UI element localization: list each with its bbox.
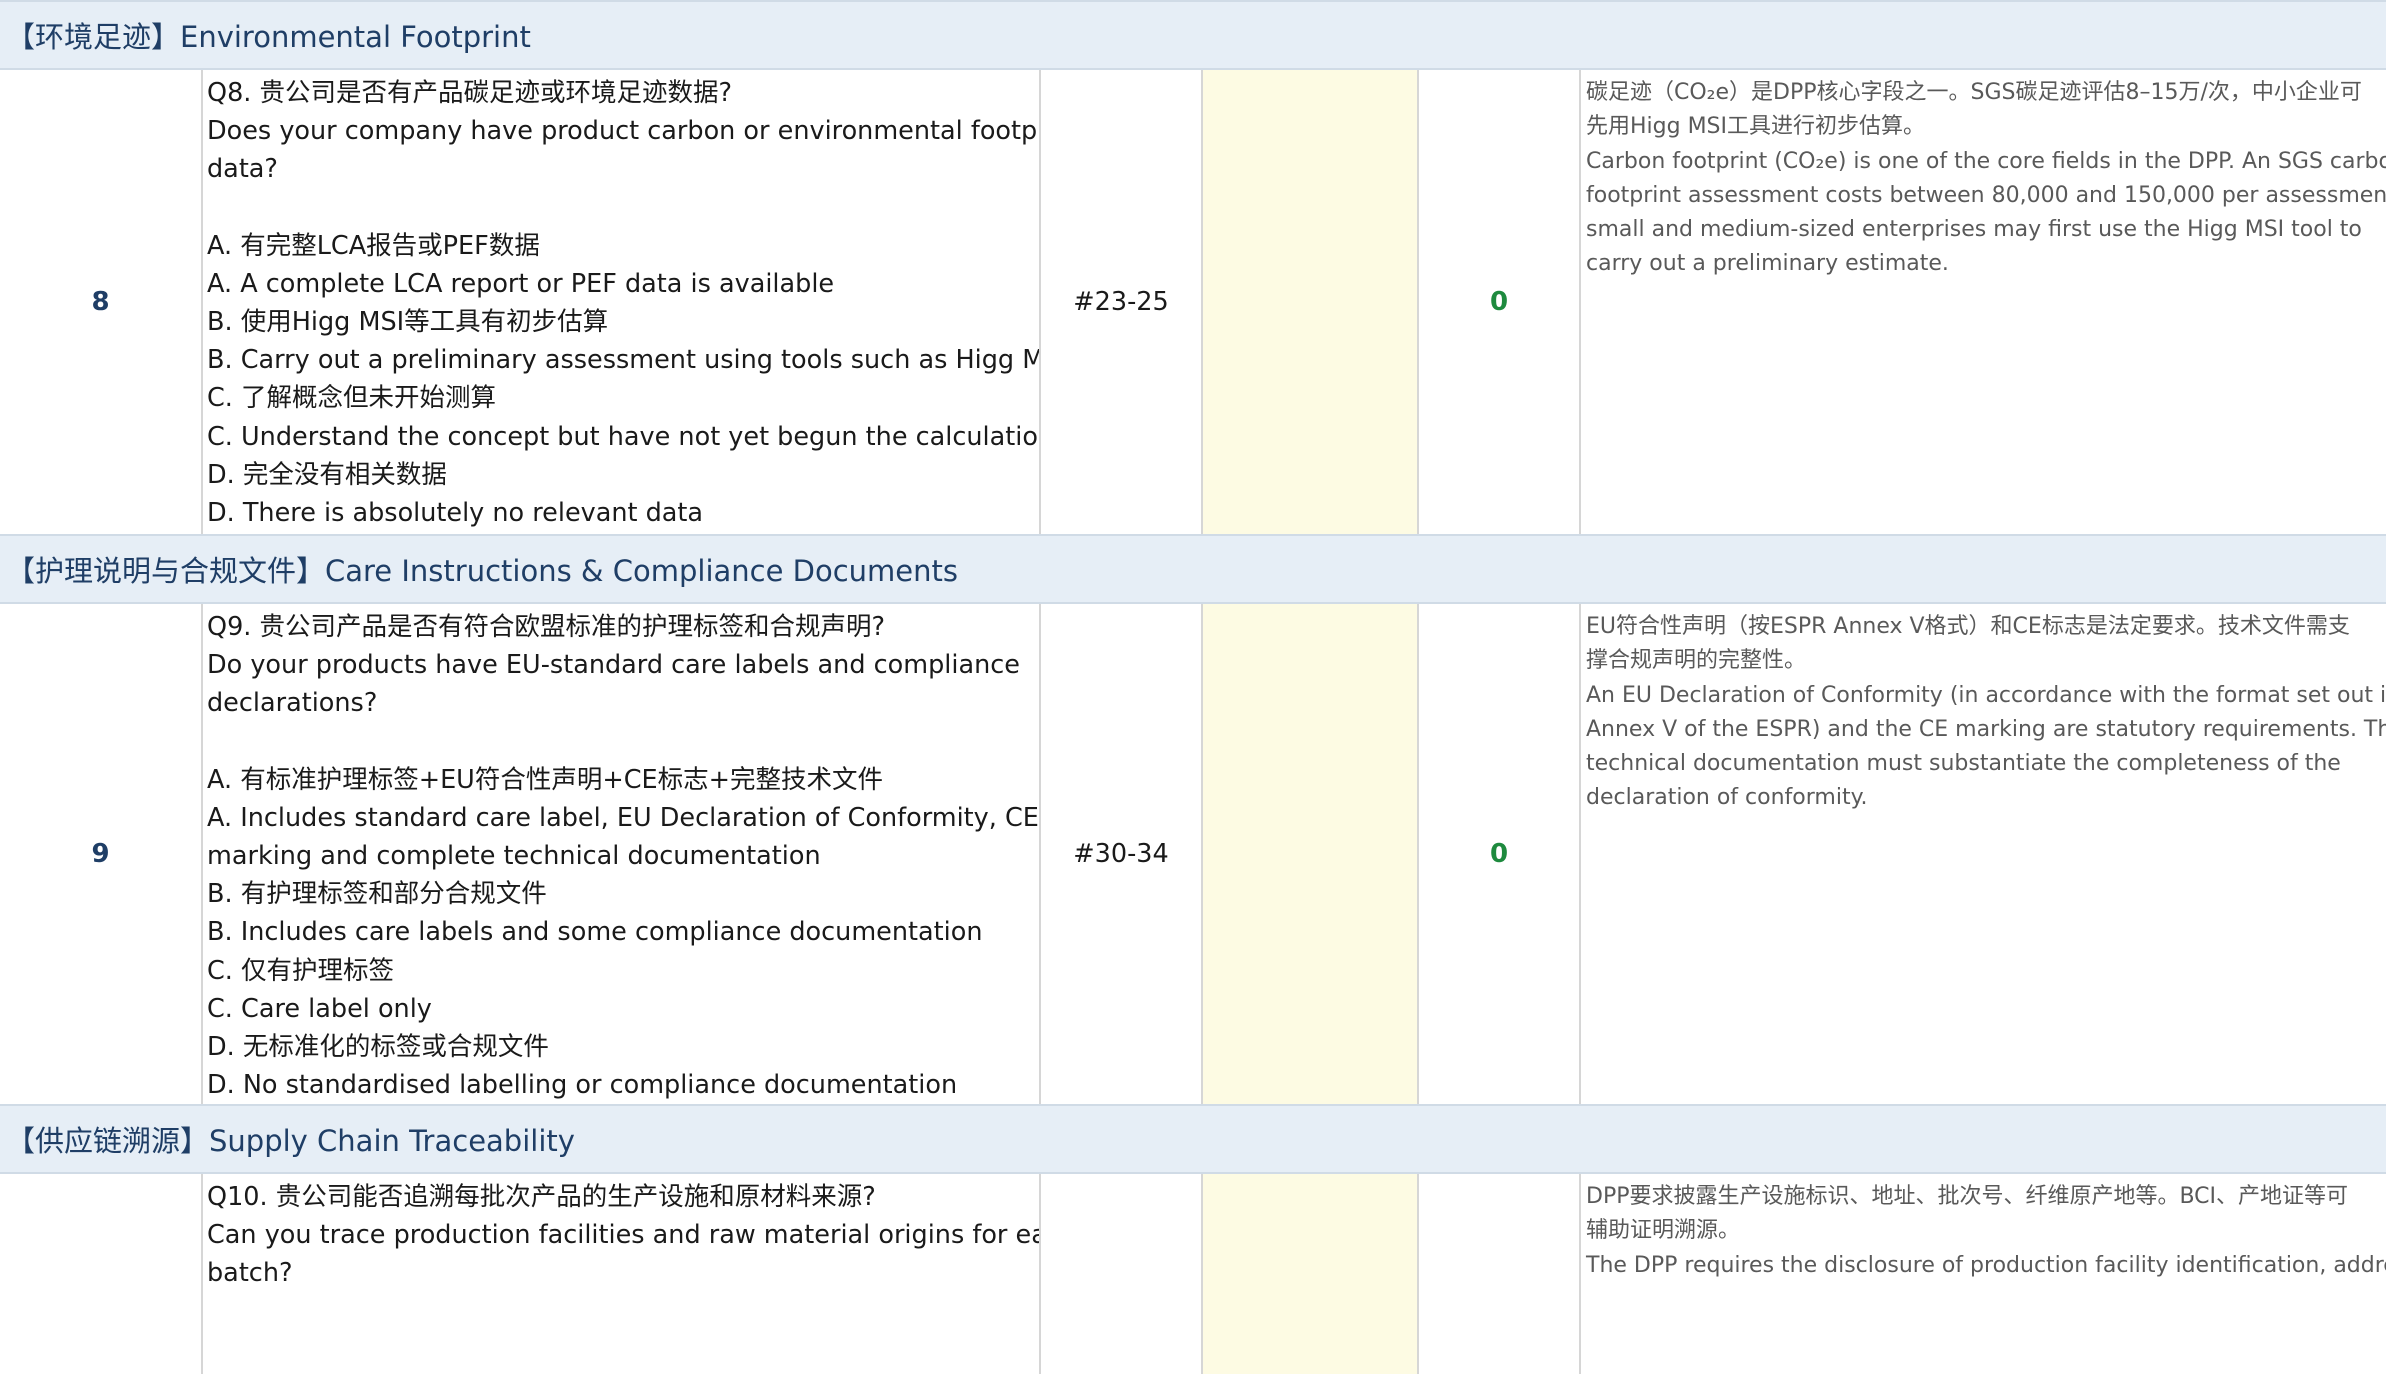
section-header-environmental-footprint[interactable]: 【环境足迹】Environmental Footprint bbox=[0, 0, 2386, 70]
note-cell[interactable]: DPP要求披露生产设施标识、地址、批次号、纤维原产地等。BCI、产地证等可 辅助… bbox=[1581, 1174, 2386, 1374]
score-cell[interactable]: 0 bbox=[1419, 604, 1581, 1104]
option-text-line: A. 有完整LCA报告或PEF数据 bbox=[207, 230, 540, 261]
option-text-line: A. Includes standard care label, EU Decl… bbox=[207, 802, 1039, 833]
score-cell[interactable] bbox=[1419, 1174, 1581, 1374]
note-text-line: DPP要求披露生产设施标识、地址、批次号、纤维原产地等。BCI、产地证等可 bbox=[1586, 1184, 2349, 1209]
answer-input-cell[interactable] bbox=[1203, 1174, 1419, 1374]
question-text-line: Q9. 贵公司产品是否有符合欧盟标准的护理标签和合规声明? bbox=[207, 612, 886, 642]
question-text-line: Do your products have EU-standard care l… bbox=[207, 650, 1020, 681]
answer-input-cell[interactable] bbox=[1203, 70, 1419, 534]
section-header-care-compliance[interactable]: 【护理说明与合规文件】Care Instructions & Complianc… bbox=[0, 534, 2386, 604]
option-text-line: B. Carry out a preliminary assessment us… bbox=[207, 345, 1041, 376]
option-text-line: C. 了解概念但未开始测算 bbox=[207, 383, 497, 414]
option-text-line: marking and complete technical documenta… bbox=[207, 841, 821, 872]
question-text-line: declarations? bbox=[207, 688, 378, 719]
option-text-line: B. Includes care labels and some complia… bbox=[207, 917, 983, 948]
table-row-q8: 8 Q8. 贵公司是否有产品碳足迹或环境足迹数据? Does your comp… bbox=[0, 70, 2386, 536]
question-number-cell[interactable]: 8 bbox=[0, 70, 203, 534]
note-text-line: technical documentation must substantiat… bbox=[1586, 751, 2341, 777]
table-row-q10: Q10. 贵公司能否追溯每批次产品的生产设施和原材料来源? Can you tr… bbox=[0, 1174, 2386, 1374]
option-text-line: D. There is absolutely no relevant data bbox=[207, 498, 704, 529]
note-text-line: 碳足迹（CO₂e）是DPP核心字段之一。SGS碳足迹评估8–15万/次，中小企业… bbox=[1586, 80, 2362, 105]
reference-cell[interactable]: #23-25 bbox=[1041, 70, 1203, 534]
note-cell[interactable]: EU符合性声明（按ESPR Annex V格式）和CE标志是法定要求。技术文件需… bbox=[1581, 604, 2386, 1104]
note-text-line: footprint assessment costs between 80,00… bbox=[1586, 182, 2386, 208]
question-cell[interactable]: Q9. 贵公司产品是否有符合欧盟标准的护理标签和合规声明? Do your pr… bbox=[203, 604, 1041, 1104]
question-number-cell[interactable] bbox=[0, 1174, 203, 1374]
question-text-line: Does your company have product carbon or… bbox=[207, 116, 1041, 147]
note-text-line: carry out a preliminary estimate. bbox=[1586, 251, 1949, 277]
score-cell[interactable]: 0 bbox=[1419, 70, 1581, 534]
option-text-line: C. 仅有护理标签 bbox=[207, 955, 395, 986]
question-cell[interactable]: Q8. 贵公司是否有产品碳足迹或环境足迹数据? Does your compan… bbox=[203, 70, 1041, 534]
note-text-line: Carbon footprint (CO₂e) is one of the co… bbox=[1586, 148, 2386, 174]
note-text-line: The DPP requires the disclosure of produ… bbox=[1586, 1252, 2386, 1278]
option-text-line: C. Care label only bbox=[207, 993, 432, 1024]
option-text-line: D. 完全没有相关数据 bbox=[207, 459, 447, 490]
option-text-line: C. Understand the concept but have not y… bbox=[207, 421, 1041, 452]
section-header-supply-chain-traceability[interactable]: 【供应链溯源】Supply Chain Traceability bbox=[0, 1104, 2386, 1174]
question-text-line: Q8. 贵公司是否有产品碳足迹或环境足迹数据? bbox=[207, 78, 733, 108]
option-text-line: D. 无标准化的标签或合规文件 bbox=[207, 1032, 549, 1063]
question-number-cell[interactable]: 9 bbox=[0, 604, 203, 1104]
spreadsheet: 【环境足迹】Environmental Footprint 8 Q8. 贵公司是… bbox=[0, 0, 2386, 1374]
note-text-line: An EU Declaration of Conformity (in acco… bbox=[1586, 682, 2386, 708]
note-text-line: 辅助证明溯源。 bbox=[1586, 1218, 1741, 1244]
note-text-line: declaration of conformity. bbox=[1586, 785, 1868, 811]
note-text-line: 撑合规声明的完整性。 bbox=[1586, 648, 1807, 674]
reference-cell[interactable]: #30-34 bbox=[1041, 604, 1203, 1104]
table-row-q9: 9 Q9. 贵公司产品是否有符合欧盟标准的护理标签和合规声明? Do your … bbox=[0, 604, 2386, 1106]
note-text-line: EU符合性声明（按ESPR Annex V格式）和CE标志是法定要求。技术文件需… bbox=[1586, 614, 2350, 639]
question-text-line: Can you trace production facilities and … bbox=[207, 1220, 1041, 1251]
question-text-line: batch? bbox=[207, 1258, 293, 1289]
option-text-line: A. 有标准护理标签+EU符合性声明+CE标志+完整技术文件 bbox=[207, 764, 884, 795]
option-text-line: B. 有护理标签和部分合规文件 bbox=[207, 879, 547, 910]
option-text-line: B. 使用Higg MSI等工具有初步估算 bbox=[207, 307, 609, 338]
note-text-line: small and medium-sized enterprises may f… bbox=[1586, 217, 2362, 243]
question-text-line: data? bbox=[207, 154, 278, 185]
note-text-line: 先用Higg MSI工具进行初步估算。 bbox=[1586, 114, 1926, 140]
question-cell[interactable]: Q10. 贵公司能否追溯每批次产品的生产设施和原材料来源? Can you tr… bbox=[203, 1174, 1041, 1374]
option-text-line: D. No standardised labelling or complian… bbox=[207, 1070, 958, 1101]
option-text-line: A. A complete LCA report or PEF data is … bbox=[207, 268, 835, 299]
note-text-line: Annex V of the ESPR) and the CE marking … bbox=[1586, 716, 2386, 742]
answer-input-cell[interactable] bbox=[1203, 604, 1419, 1104]
note-cell[interactable]: 碳足迹（CO₂e）是DPP核心字段之一。SGS碳足迹评估8–15万/次，中小企业… bbox=[1581, 70, 2386, 534]
reference-cell[interactable] bbox=[1041, 1174, 1203, 1374]
question-text-line: Q10. 贵公司能否追溯每批次产品的生产设施和原材料来源? bbox=[207, 1182, 876, 1212]
